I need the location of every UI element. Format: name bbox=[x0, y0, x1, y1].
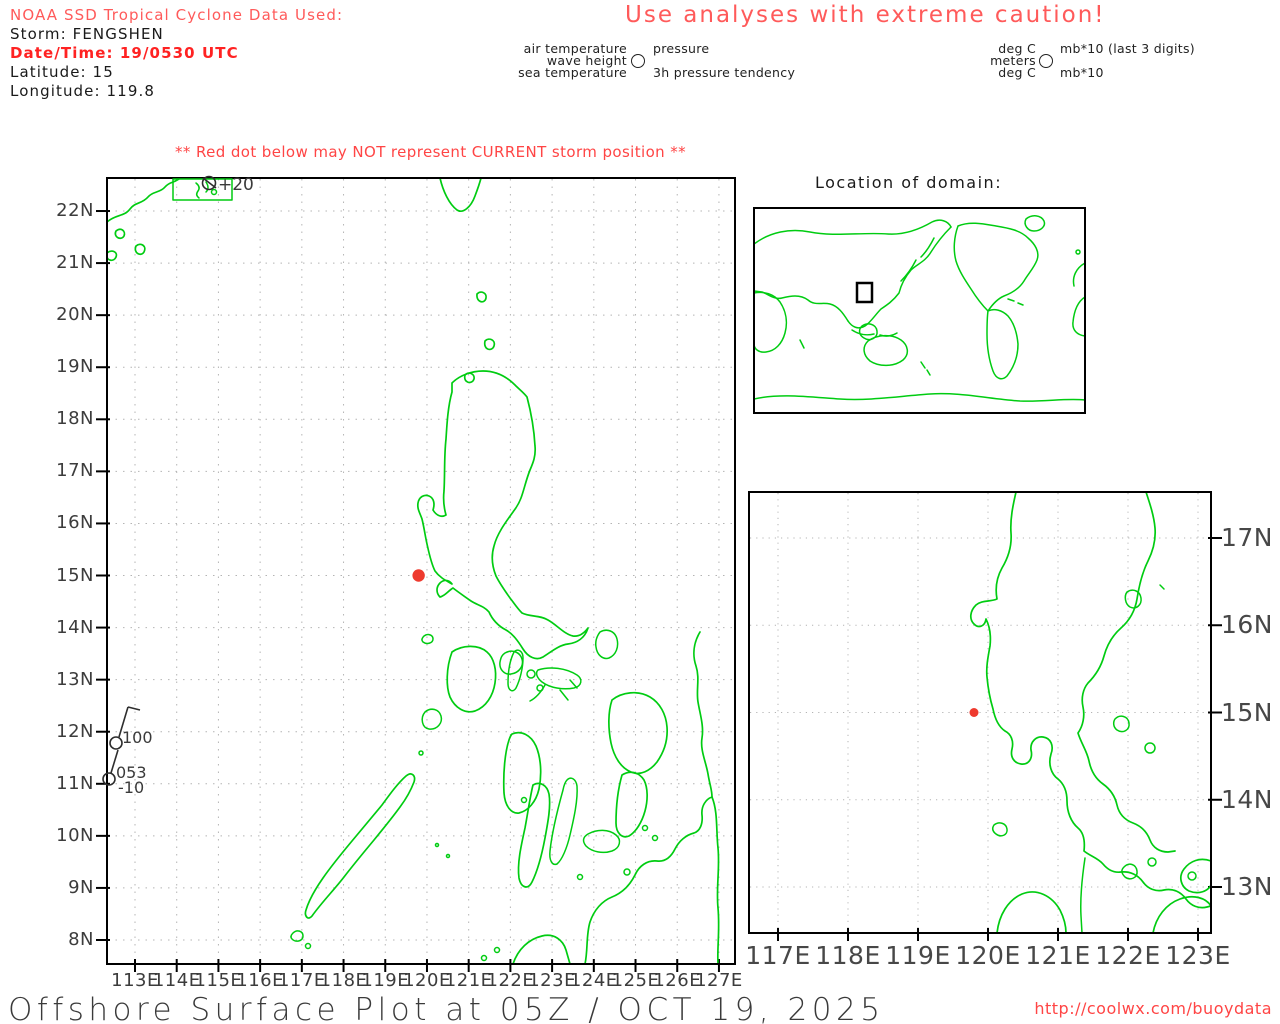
station-plot-west-2: 053 -10 bbox=[102, 749, 147, 797]
axis-tick-label: 17N bbox=[56, 460, 94, 482]
axis-tick-label: 123E bbox=[528, 970, 576, 991]
axis-tick-label: 17N bbox=[1221, 523, 1274, 552]
world-map-border bbox=[753, 207, 1086, 414]
axis-tick-label: 10N bbox=[56, 824, 94, 846]
axis-tick-label: 121E bbox=[1025, 941, 1091, 970]
axis-tick-label: 13N bbox=[1221, 872, 1274, 901]
axis-tick-label: 21N bbox=[56, 252, 94, 274]
axis-tick-label: 120E bbox=[403, 970, 451, 991]
axis-tick-label: 14N bbox=[1221, 784, 1274, 814]
axis-tick-label: 19N bbox=[56, 356, 94, 378]
domain-rectangle bbox=[855, 281, 874, 304]
axis-tick-label: 14N bbox=[56, 616, 94, 638]
axis-tick-label: 115E bbox=[194, 970, 243, 991]
axis-tick-label: 119E bbox=[885, 941, 951, 970]
axis-tick-label: 126E bbox=[653, 970, 702, 991]
map-graphics: +20 100 053 -10 bbox=[96, 175, 1222, 972]
axis-tick-label: 22N bbox=[56, 200, 94, 222]
axis-tick-label: 120E bbox=[955, 941, 1021, 970]
axis-tick-label: 122E bbox=[1095, 941, 1161, 970]
axis-tick-label: 118E bbox=[319, 970, 368, 991]
axis-tick-label: 119E bbox=[361, 970, 410, 991]
axis-tick-label: 121E bbox=[444, 970, 493, 991]
plot-title: Offshore Surface Plot at 05Z / OCT 19, 2… bbox=[8, 992, 885, 1024]
axis-tick-label: 116E bbox=[236, 970, 284, 991]
world-map-coastlines bbox=[754, 215, 1085, 402]
axis-tick-label: 124E bbox=[569, 970, 618, 991]
station-value: +20 bbox=[218, 175, 254, 195]
station-tendency: -10 bbox=[118, 778, 144, 797]
axis-tick-label: 18N bbox=[56, 408, 94, 430]
axis-tick-label: 8N bbox=[68, 929, 94, 950]
axis-tick-label: 113E bbox=[111, 970, 159, 991]
axis-tick-label: 123E bbox=[1165, 941, 1231, 970]
axis-tick-label: 20N bbox=[56, 304, 94, 326]
storm-position-dot bbox=[412, 569, 425, 582]
zoom-inset-coastlines bbox=[970, 492, 1211, 933]
axis-tick-label: 117E bbox=[745, 941, 811, 970]
station-plot-top-left: +20 bbox=[172, 175, 254, 201]
axis-tick-label: 118E bbox=[815, 941, 881, 970]
main-map-coastlines bbox=[107, 178, 720, 964]
axis-tick-label: 13N bbox=[56, 668, 94, 690]
surface-station-plots: +20 100 053 -10 bbox=[102, 175, 254, 797]
axis-tick-label: 12N bbox=[56, 720, 94, 742]
axis-tick-label: 15N bbox=[1221, 697, 1274, 727]
station-plot-west-1: 100 bbox=[109, 706, 153, 750]
axis-tick-label: 16N bbox=[1221, 610, 1274, 640]
axis-tick-label: 11N bbox=[56, 772, 94, 794]
axis-tick-label: 16N bbox=[56, 512, 94, 534]
zoom-inset-grid bbox=[750, 493, 1222, 941]
axis-tick-label: 125E bbox=[611, 970, 660, 991]
axis-tick-label: 127E bbox=[695, 970, 743, 991]
station-value: 100 bbox=[122, 728, 153, 747]
source-url-link[interactable]: http://coolwx.com/buoydata bbox=[1034, 999, 1272, 1018]
axis-tick-label: 15N bbox=[56, 564, 94, 586]
axis-tick-label: 9N bbox=[68, 876, 94, 898]
axis-tick-label: 117E bbox=[277, 970, 326, 991]
axis-tick-label: 114E bbox=[152, 970, 201, 991]
storm-position-dot-inset bbox=[969, 708, 979, 717]
axis-tick-label: 122E bbox=[486, 970, 535, 991]
buoy-plot-page: NOAA SSD Tropical Cyclone Data Used: Sto… bbox=[0, 0, 1280, 1024]
